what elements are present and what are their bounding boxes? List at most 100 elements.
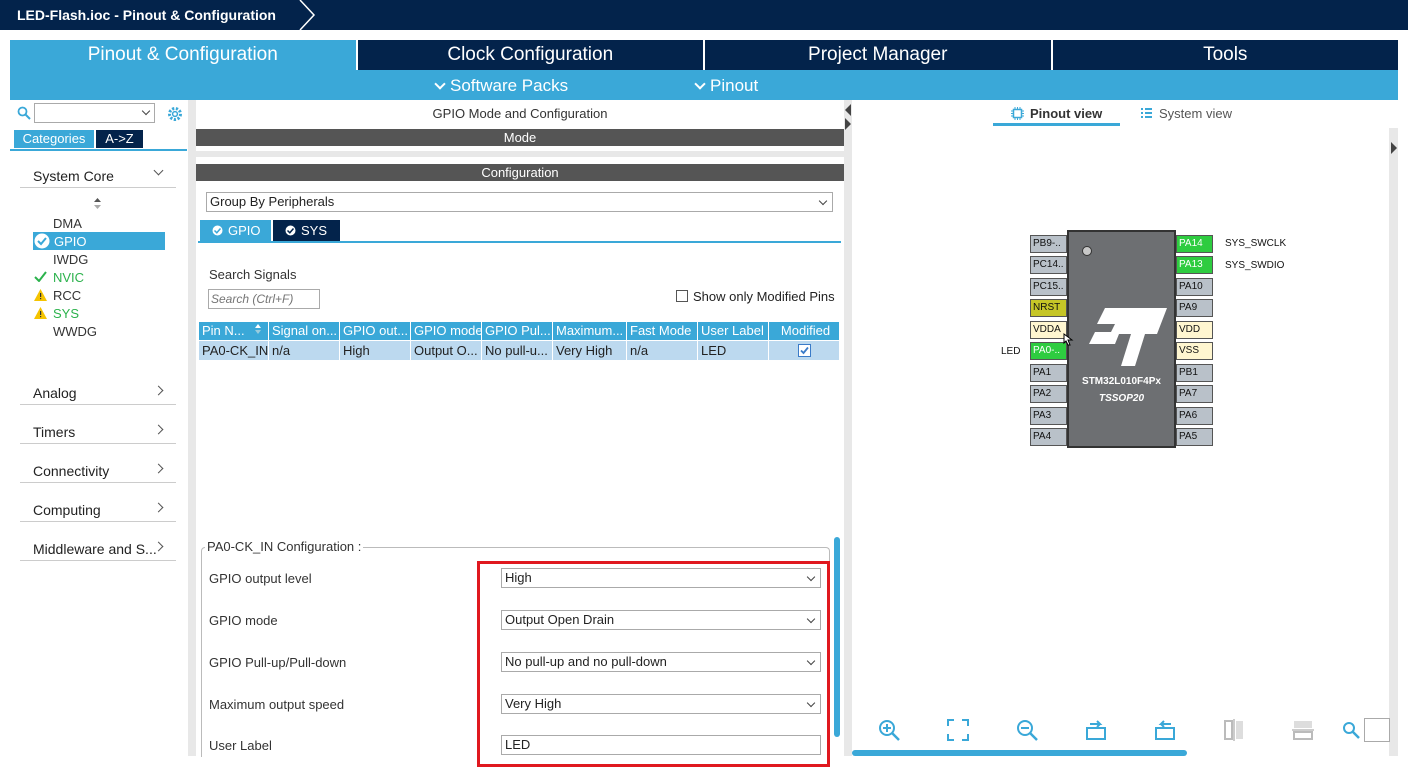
tab-project-manager[interactable]: Project Manager [705, 40, 1051, 70]
pin1-marker [1082, 246, 1092, 256]
search-icon[interactable] [17, 106, 31, 120]
table-cell[interactable]: High [340, 341, 411, 360]
pin-pb9[interactable]: PB9-.. [1030, 235, 1067, 253]
pin-pc14[interactable]: PC14.. [1030, 256, 1067, 274]
rotate-right-icon[interactable] [1084, 718, 1108, 742]
horizontal-scrollbar[interactable] [852, 750, 1187, 756]
pin-pa7[interactable]: PA7 [1176, 385, 1213, 403]
pinout-menu[interactable]: Pinout [694, 76, 759, 96]
group-by-select[interactable]: Group By Peripherals [206, 192, 833, 212]
checked-checkbox-icon[interactable] [798, 344, 811, 357]
pin-config-title: PA0-CK_IN Configuration : [205, 539, 364, 554]
pin-pc15[interactable]: PC15.. [1030, 278, 1067, 296]
pin-pa9[interactable]: PA9 [1176, 299, 1213, 317]
pin-label-pa0: LED [1001, 346, 1021, 357]
tab-label: Pinout view [1030, 106, 1103, 121]
rotate-left-icon[interactable] [1153, 718, 1177, 742]
sidebar-item-dma[interactable]: DMA [53, 216, 82, 231]
right-scrollbar[interactable] [1389, 128, 1398, 756]
flip-horizontal-icon[interactable] [1222, 718, 1246, 742]
pin-pa5[interactable]: PA5 [1176, 428, 1213, 446]
tab-pinout-view[interactable]: Pinout view [993, 105, 1120, 126]
select-value: Group By Peripherals [210, 194, 335, 209]
category-timers[interactable]: Timers [20, 418, 176, 444]
field-label-pull: GPIO Pull-up/Pull-down [209, 655, 347, 670]
column-header-max-speed[interactable]: Maximum... [553, 322, 627, 340]
table-cell[interactable]: Very High [553, 341, 627, 360]
mcu-chip[interactable]: STM32L010F4Px TSSOP20 [1067, 230, 1176, 448]
show-modified-checkbox[interactable] [676, 290, 688, 302]
search-signals-input[interactable] [208, 289, 320, 309]
table-cell[interactable]: No pull-u... [482, 341, 553, 360]
sidebar-item-sys[interactable]: SYS [53, 306, 79, 321]
sort-icon[interactable] [93, 198, 102, 209]
tab-gpio[interactable]: GPIO [200, 220, 271, 241]
column-header-output-level[interactable]: GPIO out... [340, 322, 411, 340]
tab-system-view[interactable]: System view [1140, 105, 1250, 126]
sidebar-item-nvic[interactable]: NVIC [53, 270, 84, 285]
pin-pa14[interactable]: PA14 [1176, 235, 1213, 253]
table-cell[interactable]: LED [698, 341, 769, 360]
splitter[interactable] [188, 100, 196, 756]
column-header-gpio-mode[interactable]: GPIO mode [411, 322, 482, 340]
gear-icon[interactable] [166, 105, 184, 123]
column-header-signal[interactable]: Signal on... [269, 322, 340, 340]
mode-header[interactable]: Mode [196, 129, 844, 146]
pin-label-pa13: SYS_SWDIO [1225, 260, 1285, 271]
tab-a-z[interactable]: A->Z [96, 130, 143, 148]
tab-pinout-configuration[interactable]: Pinout & Configuration [10, 40, 356, 70]
tab-categories[interactable]: Categories [14, 130, 94, 148]
category-label: Computing [33, 502, 101, 518]
category-label: System Core [33, 168, 114, 184]
pin-search-input[interactable] [1364, 718, 1390, 742]
pin-pa10[interactable]: PA10 [1176, 278, 1213, 296]
column-header-pull[interactable]: GPIO Pul... [482, 322, 553, 340]
pin-pa1[interactable]: PA1 [1030, 364, 1067, 382]
chevron-right-icon [153, 463, 164, 474]
table-cell[interactable]: PA0-CK_IN [199, 341, 269, 360]
pin-vdd[interactable]: VDD [1176, 321, 1213, 339]
column-header-user-label[interactable]: User Label [698, 322, 769, 340]
pin-pa3[interactable]: PA3 [1030, 407, 1067, 425]
tab-tools[interactable]: Tools [1052, 40, 1398, 70]
column-header-fast-mode[interactable]: Fast Mode [627, 322, 698, 340]
pinout-label: Pinout [710, 76, 759, 95]
main-tabs: Pinout & Configuration Clock Configurati… [10, 40, 1398, 70]
table-cell[interactable]: Output O... [411, 341, 482, 360]
warning-icon [34, 289, 47, 301]
tab-clock-configuration[interactable]: Clock Configuration [357, 40, 703, 70]
category-computing[interactable]: Computing [20, 496, 176, 522]
zoom-out-icon[interactable] [1015, 718, 1039, 742]
category-analog[interactable]: Analog [20, 379, 176, 405]
pin-nrst[interactable]: NRST [1030, 299, 1067, 317]
software-packs-label: Software Packs [450, 76, 569, 95]
software-packs-menu[interactable]: Software Packs [434, 76, 569, 96]
zoom-in-icon[interactable] [877, 718, 901, 742]
category-system-core[interactable]: System Core [20, 162, 176, 188]
sidebar-item-wwdg[interactable]: WWDG [53, 324, 97, 339]
sidebar-item-iwdg[interactable]: IWDG [53, 252, 88, 267]
pin-pb1[interactable]: PB1 [1176, 364, 1213, 382]
tab-sys[interactable]: SYS [273, 220, 340, 241]
pin-pa6[interactable]: PA6 [1176, 407, 1213, 425]
pin-pa13[interactable]: PA13 [1176, 256, 1213, 274]
category-middleware[interactable]: Middleware and S... [20, 535, 176, 561]
sidebar-item-gpio[interactable]: GPIO [33, 232, 165, 250]
tab-label: System view [1159, 106, 1232, 121]
column-header-modified[interactable]: Modified [769, 322, 840, 340]
category-connectivity[interactable]: Connectivity [20, 457, 176, 483]
table-cell-modified[interactable] [769, 341, 840, 360]
table-cell[interactable]: n/a [627, 341, 698, 360]
category-search-combo[interactable] [34, 103, 155, 123]
search-icon[interactable] [1342, 721, 1360, 739]
flip-vertical-icon[interactable] [1291, 718, 1315, 742]
sidebar-item-rcc[interactable]: RCC [53, 288, 81, 303]
pin-vss[interactable]: VSS [1176, 342, 1213, 360]
pin-pa2[interactable]: PA2 [1030, 385, 1067, 403]
splitter-arrows-icon[interactable] [844, 100, 852, 756]
config-scrollbar[interactable] [834, 537, 840, 737]
pin-pa4[interactable]: PA4 [1030, 428, 1067, 446]
mode-section [196, 147, 844, 157]
fit-screen-icon[interactable] [946, 718, 970, 742]
table-cell[interactable]: n/a [269, 341, 340, 360]
